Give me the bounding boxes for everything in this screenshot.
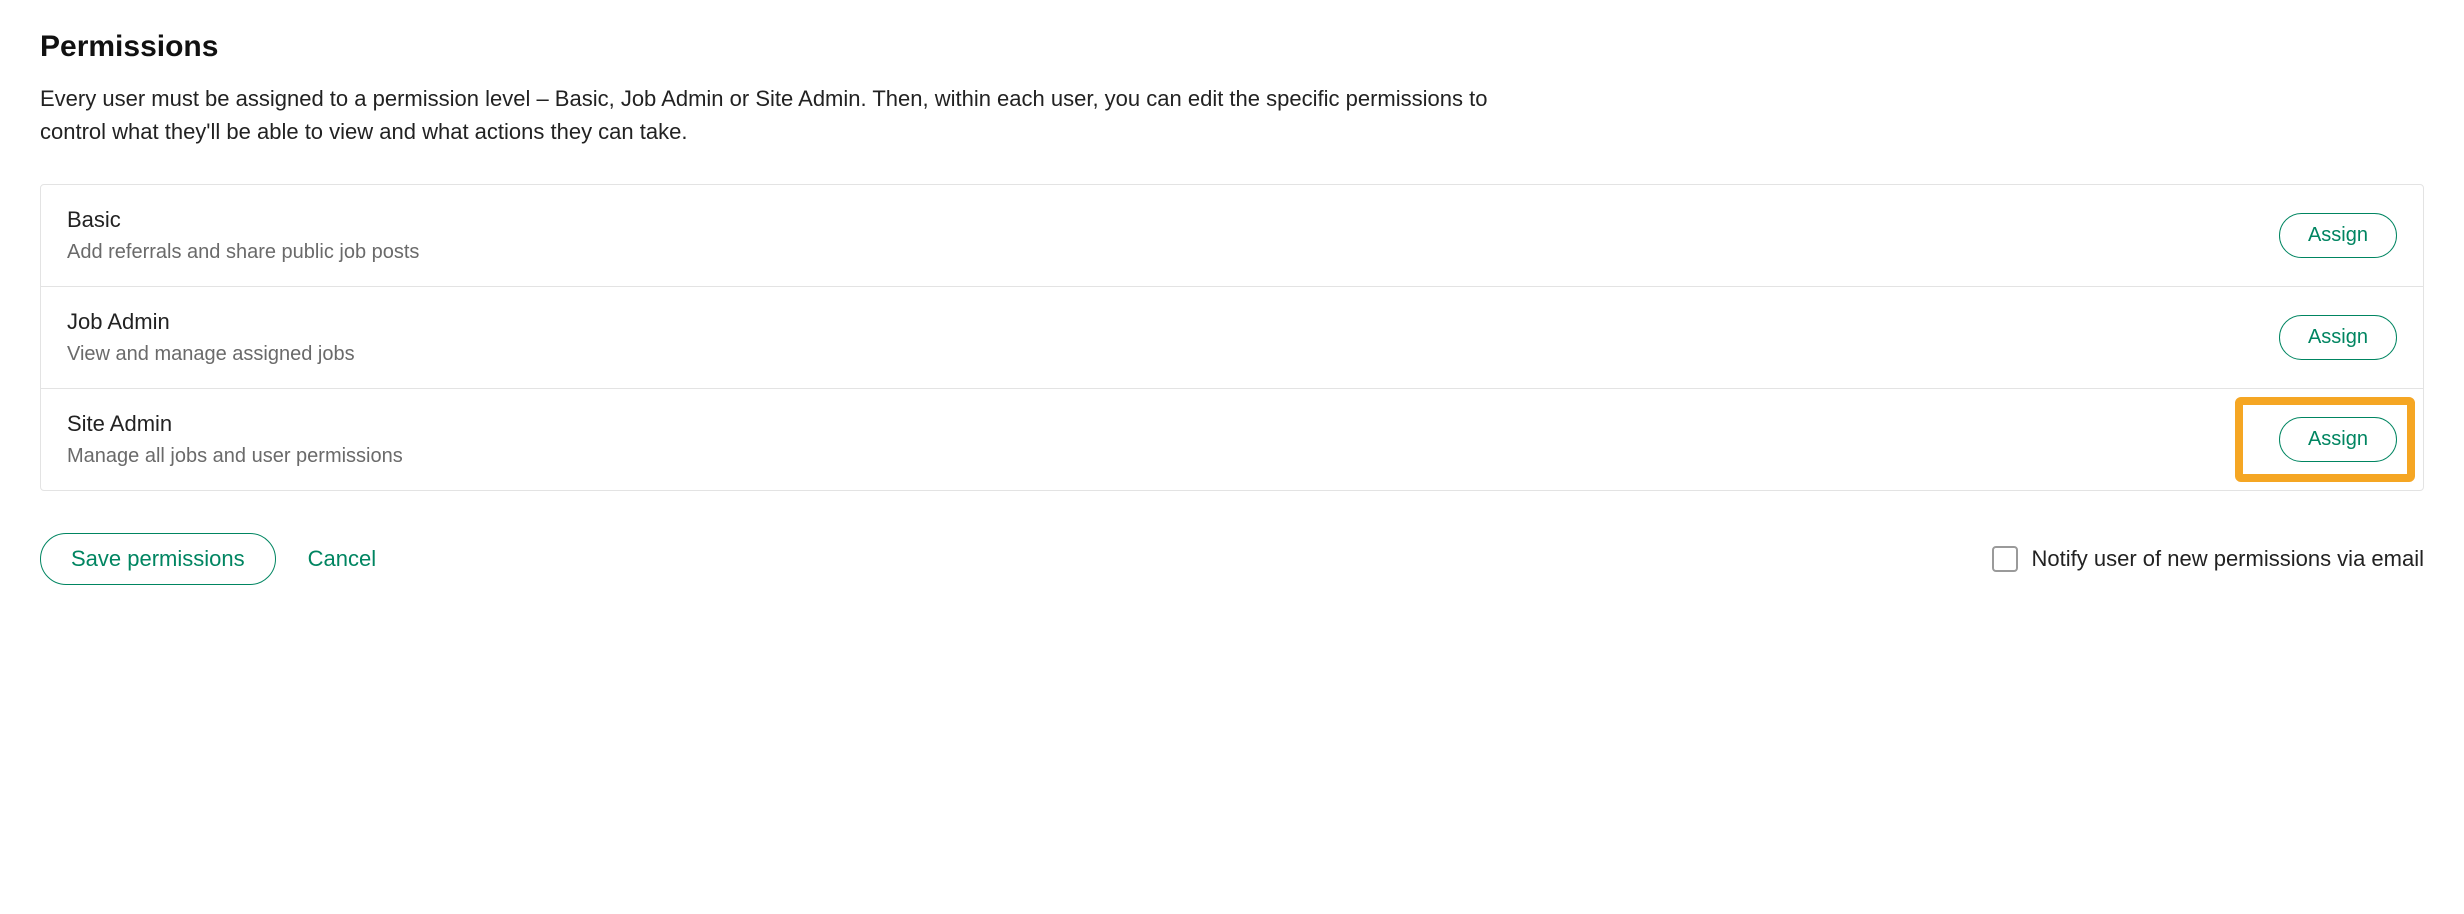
permission-info: Basic Add referrals and share public job…: [67, 207, 419, 264]
assign-button-basic[interactable]: Assign: [2279, 213, 2397, 258]
page-description: Every user must be assigned to a permiss…: [40, 82, 1500, 148]
permission-title: Job Admin: [67, 309, 355, 335]
save-permissions-button[interactable]: Save permissions: [40, 533, 276, 585]
assign-button-site-admin[interactable]: Assign: [2279, 417, 2397, 462]
permission-description: View and manage assigned jobs: [67, 343, 355, 366]
permission-info: Job Admin View and manage assigned jobs: [67, 309, 355, 366]
permission-title: Basic: [67, 207, 419, 233]
page-title: Permissions: [40, 30, 2424, 64]
footer-right: Notify user of new permissions via email: [1992, 546, 2424, 572]
permission-list: Basic Add referrals and share public job…: [40, 184, 2424, 491]
permission-row-site-admin: Site Admin Manage all jobs and user perm…: [41, 389, 2423, 490]
assign-button-job-admin[interactable]: Assign: [2279, 315, 2397, 360]
footer-bar: Save permissions Cancel Notify user of n…: [40, 533, 2424, 585]
permission-description: Manage all jobs and user permissions: [67, 445, 403, 468]
footer-left: Save permissions Cancel: [40, 533, 376, 585]
cancel-button[interactable]: Cancel: [308, 546, 376, 572]
permission-title: Site Admin: [67, 411, 403, 437]
notify-checkbox[interactable]: [1992, 546, 2018, 572]
permission-row-basic: Basic Add referrals and share public job…: [41, 185, 2423, 287]
notify-label: Notify user of new permissions via email: [2032, 546, 2424, 572]
permission-description: Add referrals and share public job posts: [67, 241, 419, 264]
permission-row-job-admin: Job Admin View and manage assigned jobs …: [41, 287, 2423, 389]
permission-info: Site Admin Manage all jobs and user perm…: [67, 411, 403, 468]
